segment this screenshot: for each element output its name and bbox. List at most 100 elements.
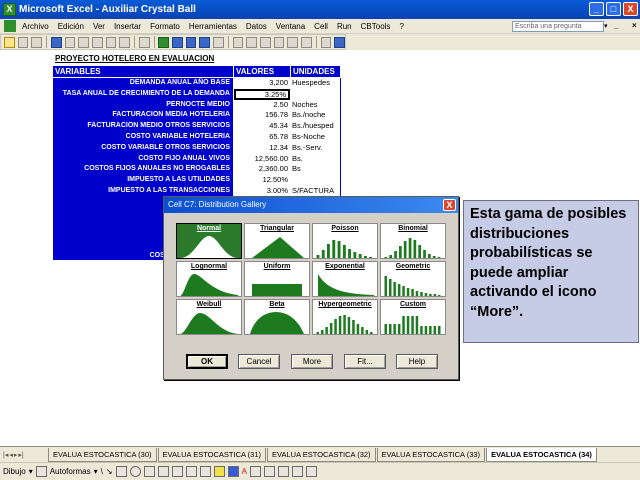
wordart-icon[interactable]: [157, 466, 169, 477]
unit-cell[interactable]: Bs.: [291, 154, 346, 165]
select-decisions-icon[interactable]: [64, 36, 76, 48]
3d-style-icon[interactable]: [305, 466, 317, 477]
header-unidades[interactable]: UNIDADES: [291, 66, 341, 77]
maximize-button[interactable]: □: [606, 2, 621, 16]
oval-icon[interactable]: [129, 466, 141, 477]
unit-cell[interactable]: Bs: [291, 164, 346, 175]
shadow-style-icon[interactable]: [291, 466, 303, 477]
menu-help[interactable]: ?: [399, 22, 403, 31]
copy-data-icon[interactable]: [91, 36, 103, 48]
distribution-weibull[interactable]: Weibull: [176, 299, 242, 335]
arrow-icon[interactable]: ↘: [106, 467, 113, 476]
variable-label[interactable]: TASA ANUAL DE CRECIMIENTO DE LA DEMANDA: [53, 89, 233, 100]
diagram-icon[interactable]: [171, 466, 183, 477]
unit-cell[interactable]: Bs./noche: [291, 110, 346, 121]
distribution-binomial[interactable]: Binomial: [380, 223, 446, 259]
variable-label[interactable]: COSTO VARIABLE HOTELERIA: [53, 132, 233, 143]
line-icon[interactable]: \: [101, 467, 103, 476]
tools-icon[interactable]: [301, 36, 312, 48]
dibujo-menu[interactable]: Dibujo: [3, 467, 26, 476]
menu-cell[interactable]: Cell: [314, 22, 328, 31]
cancel-button[interactable]: Cancel: [238, 354, 280, 369]
prev-sheet-icon[interactable]: ◂: [9, 451, 13, 459]
trend-chart-icon[interactable]: [246, 36, 258, 48]
selected-value-cell[interactable]: 3.25%: [234, 88, 290, 100]
workbook-icon[interactable]: [4, 20, 16, 32]
fit-button[interactable]: Fit...: [344, 354, 386, 369]
unit-cell[interactable]: Bs.-Serv.: [291, 143, 346, 154]
textbox-icon[interactable]: [143, 466, 155, 477]
distribution-poisson[interactable]: Poisson: [312, 223, 378, 259]
distribution-lognormal[interactable]: Lognormal: [176, 261, 242, 297]
distribution-triangular[interactable]: Triangular: [244, 223, 310, 259]
menu-datos[interactable]: Datos: [246, 22, 267, 31]
unit-cell[interactable]: Noches: [291, 100, 346, 111]
paste-data-icon[interactable]: [105, 36, 117, 48]
ask-question-input[interactable]: Escriba una pregunta: [512, 21, 604, 32]
define-forecast-icon[interactable]: [31, 36, 42, 48]
unit-cell[interactable]: Bs-Noche: [291, 132, 346, 143]
menu-archivo[interactable]: Archivo: [22, 22, 49, 31]
value-cell[interactable]: 12.34: [234, 143, 290, 154]
distribution-exponential[interactable]: Exponential: [312, 261, 378, 297]
menu-run[interactable]: Run: [337, 22, 352, 31]
value-cell[interactable]: 156.78: [234, 110, 290, 121]
value-cell[interactable]: 12,560.00: [234, 154, 290, 165]
help-icon[interactable]: [320, 36, 332, 48]
clipart-icon[interactable]: [185, 466, 197, 477]
sheet-tab[interactable]: EVALUA ESTOCASTICA (32): [267, 447, 376, 462]
clear-data-icon[interactable]: [119, 36, 130, 48]
sheet-tab[interactable]: EVALUA ESTOCASTICA (34): [486, 447, 597, 462]
toolbar-options-icon[interactable]: [334, 36, 345, 48]
excel-app-icon[interactable]: X: [3, 3, 16, 16]
unit-cell[interactable]: Huespedes: [291, 78, 346, 89]
picture-icon[interactable]: [199, 466, 211, 477]
last-sheet-icon[interactable]: ▸|: [18, 451, 23, 459]
menu-herramientas[interactable]: Herramientas: [189, 22, 237, 31]
variable-label[interactable]: FACTURACION MEDIO OTROS SERVICIOS: [53, 121, 233, 132]
select-forecasts-icon[interactable]: [78, 36, 89, 48]
extract-data-icon[interactable]: [287, 36, 298, 48]
select-assumptions-icon[interactable]: [50, 36, 62, 48]
header-variables[interactable]: VARIABLES: [53, 66, 234, 77]
menu-formato[interactable]: Formato: [150, 22, 180, 31]
value-cell[interactable]: 2,360.00: [234, 164, 290, 175]
variable-label[interactable]: COSTOS FIJOS ANUALES NO EROGABLES: [53, 164, 233, 175]
select-objects-icon[interactable]: [35, 466, 47, 477]
line-color-icon[interactable]: [227, 466, 239, 477]
autoformas-menu[interactable]: Autoformas: [50, 467, 91, 476]
doc-close-icon[interactable]: ×: [632, 21, 637, 30]
forecast-windows-icon[interactable]: [213, 36, 224, 48]
variable-label[interactable]: IMPUESTO A LAS UTILIDADES: [53, 175, 233, 186]
define-assumption-icon[interactable]: [4, 36, 15, 48]
dash-style-icon[interactable]: [263, 466, 275, 477]
unit-cell[interactable]: [291, 89, 346, 100]
rectangle-icon[interactable]: [115, 466, 127, 477]
chevron-down-icon[interactable]: ▾: [604, 22, 608, 30]
variable-label[interactable]: PERNOCTE MEDIO: [53, 100, 233, 111]
line-style-icon[interactable]: [249, 466, 261, 477]
menu-edicion[interactable]: Edición: [58, 22, 84, 31]
unit-cell[interactable]: Bs./huesped: [291, 121, 346, 132]
fill-color-icon[interactable]: [213, 466, 225, 477]
menu-ver[interactable]: Ver: [93, 22, 105, 31]
dialog-close-button[interactable]: X: [443, 199, 456, 211]
first-sheet-icon[interactable]: |◂: [3, 451, 8, 459]
variable-label[interactable]: COSTO VARIABLE OTROS SERVICIOS: [53, 143, 233, 154]
define-decision-icon[interactable]: [17, 36, 29, 48]
distribution-hypergeometric[interactable]: Hypergeometric: [312, 299, 378, 335]
start-simulation-icon[interactable]: [158, 36, 170, 48]
sheet-tab[interactable]: EVALUA ESTOCASTICA (31): [157, 447, 267, 462]
menu-cbtools[interactable]: CBTools: [361, 22, 391, 31]
variable-label[interactable]: FACTURACION MEDIA HOTELERIA: [53, 110, 233, 121]
overlay-chart-icon[interactable]: [232, 36, 244, 48]
doc-minimize-icon[interactable]: _: [614, 21, 618, 30]
font-color-icon[interactable]: A: [242, 467, 247, 476]
next-sheet-icon[interactable]: ▸: [14, 451, 18, 459]
distribution-beta[interactable]: Beta: [244, 299, 310, 335]
help-button[interactable]: Help: [396, 354, 438, 369]
ok-button[interactable]: OK: [186, 354, 228, 369]
chevron-down-icon[interactable]: ▾: [94, 467, 98, 476]
menu-ventana[interactable]: Ventana: [276, 22, 305, 31]
create-report-icon[interactable]: [273, 36, 285, 48]
